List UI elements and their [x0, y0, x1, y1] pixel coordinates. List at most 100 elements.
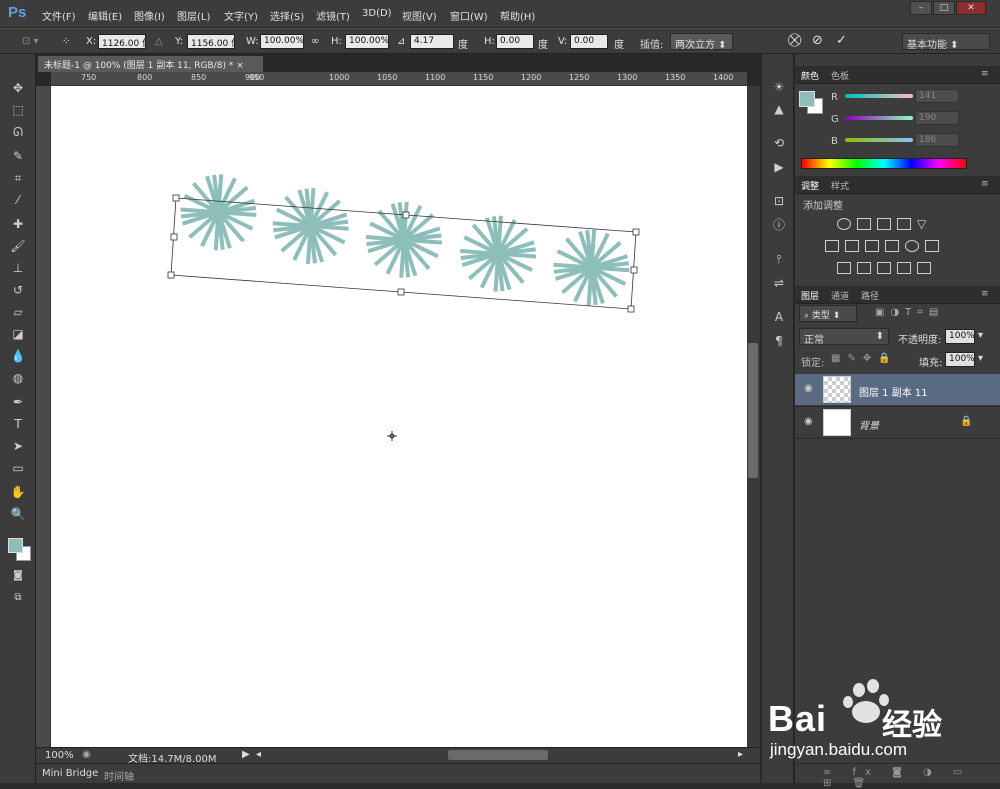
fill-dropdown-icon[interactable]: ▾ [978, 353, 983, 364]
visibility-eye-icon[interactable]: ◉ [804, 383, 813, 394]
layer-filter-select[interactable]: ⌕ 类型 ⬍ [799, 305, 857, 322]
interpolation-select[interactable]: 两次立方 ⬍ [670, 33, 733, 51]
cancel-transform-icon[interactable]: ⊘ [812, 33, 823, 48]
paragraph-icon[interactable]: ¶ [770, 332, 788, 350]
color-balance-icon[interactable] [845, 240, 859, 252]
panel-menu-icon[interactable]: ≡ [981, 289, 989, 299]
horizontal-scroll-thumb[interactable] [448, 750, 548, 760]
tab-paths[interactable]: 路径 [861, 289, 879, 302]
close-button[interactable]: ✕ [956, 1, 986, 15]
layer-row[interactable]: ◉ 图层 1 副本 11 [795, 374, 1000, 405]
brush-presets-icon[interactable]: ⫯ [770, 250, 788, 268]
fill-field[interactable]: 100% [945, 352, 975, 367]
layer-name[interactable]: 背景 [859, 417, 879, 432]
g-value-field[interactable]: 190 [915, 111, 959, 125]
foreground-color-swatch[interactable] [8, 538, 23, 553]
path-select-icon[interactable]: ➤ [6, 436, 30, 456]
type-tool-icon[interactable]: T [6, 414, 30, 434]
panel-menu-icon[interactable]: ≡ [981, 179, 989, 189]
hskew-field[interactable]: 0.00 [496, 34, 534, 49]
warp-icon[interactable]: ⛒ [788, 33, 801, 48]
tab-timeline[interactable]: 时间轴 [104, 768, 134, 783]
reference-point-icon[interactable]: ⁘ [62, 36, 70, 47]
zoom-level[interactable]: 100% [45, 750, 74, 761]
quick-mask-icon[interactable]: ◙ [6, 566, 30, 586]
g-slider[interactable] [845, 116, 913, 120]
channel-mixer-icon[interactable] [905, 240, 919, 252]
vertical-scroll-thumb[interactable] [748, 343, 758, 478]
gradient-map-icon[interactable] [917, 262, 931, 274]
tab-styles[interactable]: 样式 [831, 179, 849, 192]
adjustments-panel-icon[interactable]: ☀ [770, 78, 788, 96]
link-icon[interactable]: ∞ [311, 36, 319, 47]
black-white-icon[interactable] [865, 240, 879, 252]
lock-icons[interactable]: ▦✎✥🔒 [831, 353, 898, 364]
character-icon[interactable]: A [770, 308, 788, 326]
blur-tool-icon[interactable]: 💧 [6, 346, 30, 366]
minimize-button[interactable]: – [910, 1, 932, 15]
menu-type[interactable]: 文字(Y) [224, 8, 258, 23]
history-icon[interactable]: ⟲ [770, 134, 788, 152]
vibrance-icon[interactable]: ▽ [917, 217, 926, 231]
tab-layers[interactable]: 图层 [801, 289, 819, 302]
pen-tool-icon[interactable]: ✒ [6, 392, 30, 412]
menu-3d[interactable]: 3D(D) [362, 8, 392, 19]
hand-tool-icon[interactable]: ✋ [6, 482, 30, 502]
vskew-field[interactable]: 0.00 [570, 34, 608, 49]
posterize-icon[interactable] [857, 262, 871, 274]
reference-point-crosshair[interactable] [387, 431, 397, 441]
tool-presets-icon[interactable]: ⇌ [770, 274, 788, 292]
history-brush-icon[interactable]: ↺ [6, 280, 30, 300]
tab-mini-bridge[interactable]: Mini Bridge [42, 768, 98, 779]
move-tool-icon[interactable]: ✥ [6, 78, 30, 98]
color-spectrum-bar[interactable] [801, 158, 967, 169]
menu-filter[interactable]: 滤镜(T) [316, 8, 350, 23]
menu-layer[interactable]: 图层(L) [177, 8, 210, 23]
layer-row[interactable]: ◉ 背景 🔒 [795, 406, 1000, 437]
tab-adjustments[interactable]: 调整 [801, 179, 819, 192]
x-field[interactable]: 1126.00 像 [98, 34, 146, 49]
b-value-field[interactable]: 186 [915, 133, 959, 147]
scroll-left-icon[interactable]: ◂ [256, 749, 261, 760]
zoom-tool-icon[interactable]: 🔍 [6, 504, 30, 524]
color-panel-foreground-swatch[interactable] [799, 91, 815, 107]
screen-mode-icon[interactable]: ⧉ [6, 588, 30, 608]
hue-saturation-icon[interactable] [825, 240, 839, 252]
shape-tool-icon[interactable]: ▭ [6, 458, 30, 478]
blend-mode-select[interactable]: 正常 ⬍ [799, 328, 889, 346]
healing-tool-icon[interactable]: ✚ [6, 214, 30, 234]
visibility-eye-icon[interactable]: ◉ [804, 416, 813, 427]
y-field[interactable]: 1156.00 像 [187, 34, 235, 49]
gradient-tool-icon[interactable]: ◪ [6, 324, 30, 344]
tab-color[interactable]: 颜色 [801, 69, 819, 82]
menu-file[interactable]: 文件(F) [42, 8, 76, 23]
eyedropper-tool-icon[interactable]: ⁄ [6, 190, 30, 210]
menu-help[interactable]: 帮助(H) [500, 8, 535, 23]
brightness-icon[interactable] [837, 218, 851, 230]
info-icon[interactable]: ⓘ [770, 216, 788, 234]
maximize-button[interactable]: □ [933, 1, 955, 15]
r-slider[interactable] [845, 94, 913, 98]
menu-view[interactable]: 视图(V) [402, 8, 437, 23]
exposure-icon[interactable] [897, 218, 911, 230]
invert-icon[interactable] [837, 262, 851, 274]
crop-tool-icon[interactable]: ⌗ [6, 168, 30, 188]
color-lookup-icon[interactable] [925, 240, 939, 252]
curves-icon[interactable] [877, 218, 891, 230]
workspace-select[interactable]: 基本功能 ⬍ [902, 33, 990, 51]
tab-channels[interactable]: 通道 [831, 289, 849, 302]
opacity-dropdown-icon[interactable]: ▾ [978, 330, 983, 341]
scroll-right-icon[interactable]: ▸ [738, 749, 743, 760]
brush-tool-icon[interactable]: 🖌 [6, 236, 30, 256]
dodge-tool-icon[interactable]: ◍ [6, 368, 30, 388]
w-field[interactable]: 100.00% [260, 34, 304, 49]
b-slider[interactable] [845, 138, 913, 142]
angle-field[interactable]: 4.17 [410, 34, 454, 49]
panel-menu-icon[interactable]: ≡ [981, 69, 989, 79]
h-field[interactable]: 100.00% [345, 34, 389, 49]
document-canvas[interactable] [51, 86, 747, 747]
actions-play-icon[interactable]: ▶ [770, 158, 788, 176]
eraser-tool-icon[interactable]: ▱ [6, 302, 30, 322]
status-menu-arrow-icon[interactable]: ▶ [242, 749, 250, 760]
menu-edit[interactable]: 编辑(E) [88, 8, 122, 23]
